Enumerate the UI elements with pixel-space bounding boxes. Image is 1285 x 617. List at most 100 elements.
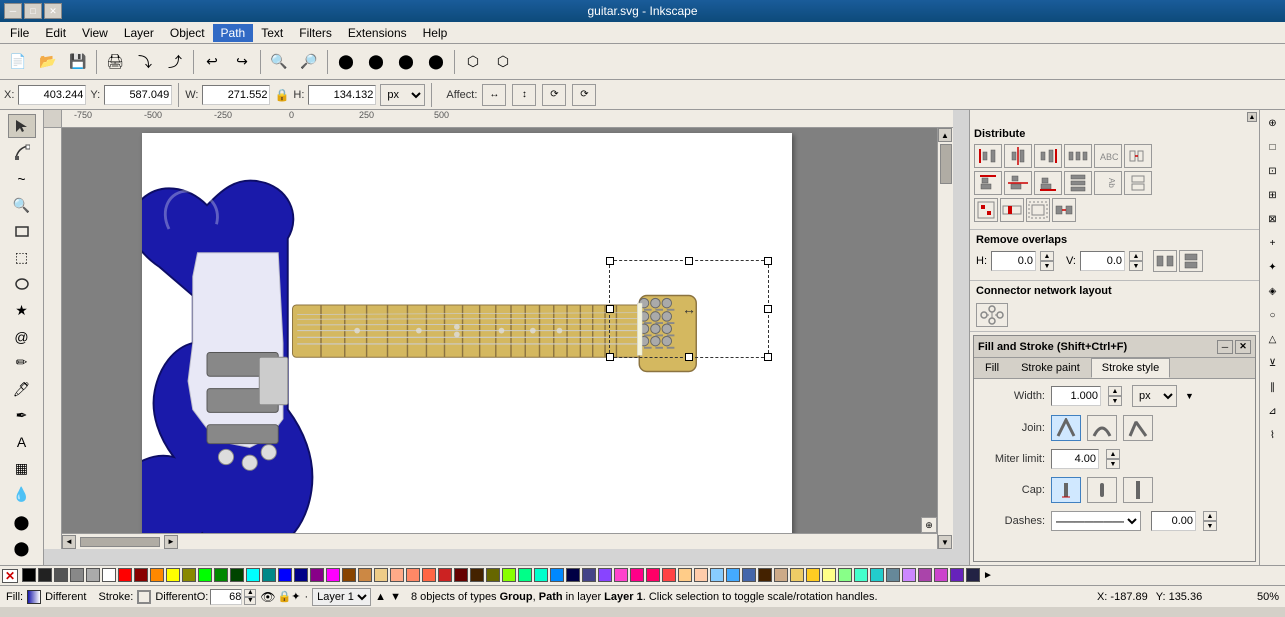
menu-file[interactable]: File [2,24,37,42]
canvas-main[interactable]: ↔ ▲ ▼ ◄ ► ⊕ [62,128,953,549]
eye-icon[interactable]: 👁 [260,590,275,604]
color-orange[interactable] [150,568,164,582]
v-spin-up[interactable]: ▲ [1129,251,1143,261]
redo-button[interactable]: ↪ [228,48,256,76]
panel-scroll-up[interactable]: ▲ [970,110,1259,124]
color-tan[interactable] [358,568,372,582]
print-button[interactable]: 🖨 [101,48,129,76]
tool-tweak[interactable]: ~ [8,167,36,191]
dashes-spin-up[interactable]: ▲ [1203,511,1217,521]
tool-spiral[interactable]: @ [8,324,36,348]
dist-left-edges[interactable] [974,144,1002,168]
color-mint[interactable] [838,568,852,582]
color-lightsalmon[interactable] [678,568,692,582]
color-teal[interactable] [262,568,276,582]
handle-tm[interactable] [685,257,693,265]
color-wine[interactable] [470,568,484,582]
tool-extra-2[interactable]: ⬤ [8,537,36,561]
color-coral[interactable] [422,568,436,582]
menu-view[interactable]: View [74,24,116,42]
tool-select[interactable] [8,114,36,138]
opacity-down[interactable]: ▼ [244,597,256,605]
tool-pen[interactable]: 🖊 [8,377,36,401]
width-input[interactable] [1051,386,1101,406]
handle-tr[interactable] [764,257,772,265]
tool-text[interactable]: A [8,430,36,454]
affect-btn-2[interactable]: ↕ [512,84,536,106]
color-lavender[interactable] [902,568,916,582]
dist-equal-h[interactable] [1064,144,1092,168]
dist-special-v[interactable] [1124,171,1152,195]
dist-baseline-v[interactable]: Ab [1094,171,1122,195]
snap-btn-6[interactable]: + [1262,232,1284,254]
menu-path[interactable]: Path [213,24,254,42]
overlap-apply-v[interactable] [1179,250,1203,272]
color-azure[interactable] [550,568,564,582]
color-olive[interactable] [486,568,500,582]
join-bevel-btn[interactable] [1123,415,1153,441]
snap-btn-8[interactable]: ◈ [1262,280,1284,302]
color-pink[interactable] [614,568,628,582]
opacity-input[interactable] [210,589,242,605]
canvas-area[interactable]: -750 -500 -250 0 250 500 [44,110,969,565]
color-springgreen[interactable] [518,568,532,582]
color-skin[interactable] [390,568,404,582]
cap-butt-btn[interactable] [1051,477,1081,503]
color-brown[interactable] [342,568,356,582]
join-round-btn[interactable] [1087,415,1117,441]
tool-star[interactable]: ★ [8,298,36,322]
unit-select[interactable]: pxmmpt [380,84,425,106]
handle-bl[interactable] [606,353,614,361]
maximize-button[interactable]: □ [24,3,42,19]
tool-ellipse[interactable] [8,272,36,296]
color-aqua[interactable] [534,568,548,582]
color-skyblue[interactable] [726,568,740,582]
lock-object-icon[interactable]: 🔒 [278,590,292,603]
color-yellow[interactable] [166,568,180,582]
tab-fill[interactable]: Fill [974,358,1010,378]
align-left-button[interactable]: ⬤ [332,48,360,76]
tool-gradient[interactable]: ▦ [8,456,36,480]
affect-btn-3[interactable]: ⟳ [542,84,566,106]
x-input[interactable] [18,85,86,105]
vscroll-up[interactable]: ▲ [938,128,952,142]
h-input[interactable] [308,85,376,105]
menu-filters[interactable]: Filters [291,24,340,42]
handle-br[interactable] [764,353,772,361]
dist-special-h[interactable] [1124,144,1152,168]
menu-extensions[interactable]: Extensions [340,24,415,42]
tool-pencil[interactable]: ✏ [8,351,36,375]
opacity-up[interactable]: ▲ [244,589,256,597]
color-darkblue[interactable] [294,568,308,582]
color-blue[interactable] [278,568,292,582]
color-turquoise[interactable] [870,568,884,582]
scroll-right-btn[interactable]: ► [983,570,993,581]
cap-square-btn[interactable] [1123,477,1153,503]
handle-mr[interactable] [764,305,772,313]
save-button[interactable]: 💾 [64,48,92,76]
v-spin-down[interactable]: ▼ [1129,261,1143,271]
color-maroon[interactable] [454,568,468,582]
color-darkred[interactable] [134,568,148,582]
join-miter-btn[interactable] [1051,415,1081,441]
color-navy[interactable] [566,568,580,582]
minimize-button[interactable]: ─ [4,3,22,19]
affect-btn-1[interactable]: ↔ [482,84,506,106]
dist-top-edges[interactable] [974,171,1002,195]
color-crimson[interactable] [438,568,452,582]
miter-input[interactable] [1051,449,1099,469]
menu-layer[interactable]: Layer [116,24,162,42]
tool-rect[interactable] [8,219,36,243]
color-steelblue[interactable] [742,568,756,582]
tool-3dbox[interactable]: ⬚ [8,245,36,269]
zoom-out-button[interactable]: 🔎 [295,48,323,76]
color-darkyellow[interactable] [182,568,196,582]
dashes-spin-down[interactable]: ▼ [1203,521,1217,531]
color-peach[interactable] [694,568,708,582]
h-overlap-input[interactable] [991,251,1036,271]
color-rose[interactable] [662,568,676,582]
dist-center-v[interactable] [1004,171,1032,195]
color-lightgray[interactable] [70,568,84,582]
h-spin-up[interactable]: ▲ [1040,251,1054,261]
v-overlap-input[interactable] [1080,251,1125,271]
